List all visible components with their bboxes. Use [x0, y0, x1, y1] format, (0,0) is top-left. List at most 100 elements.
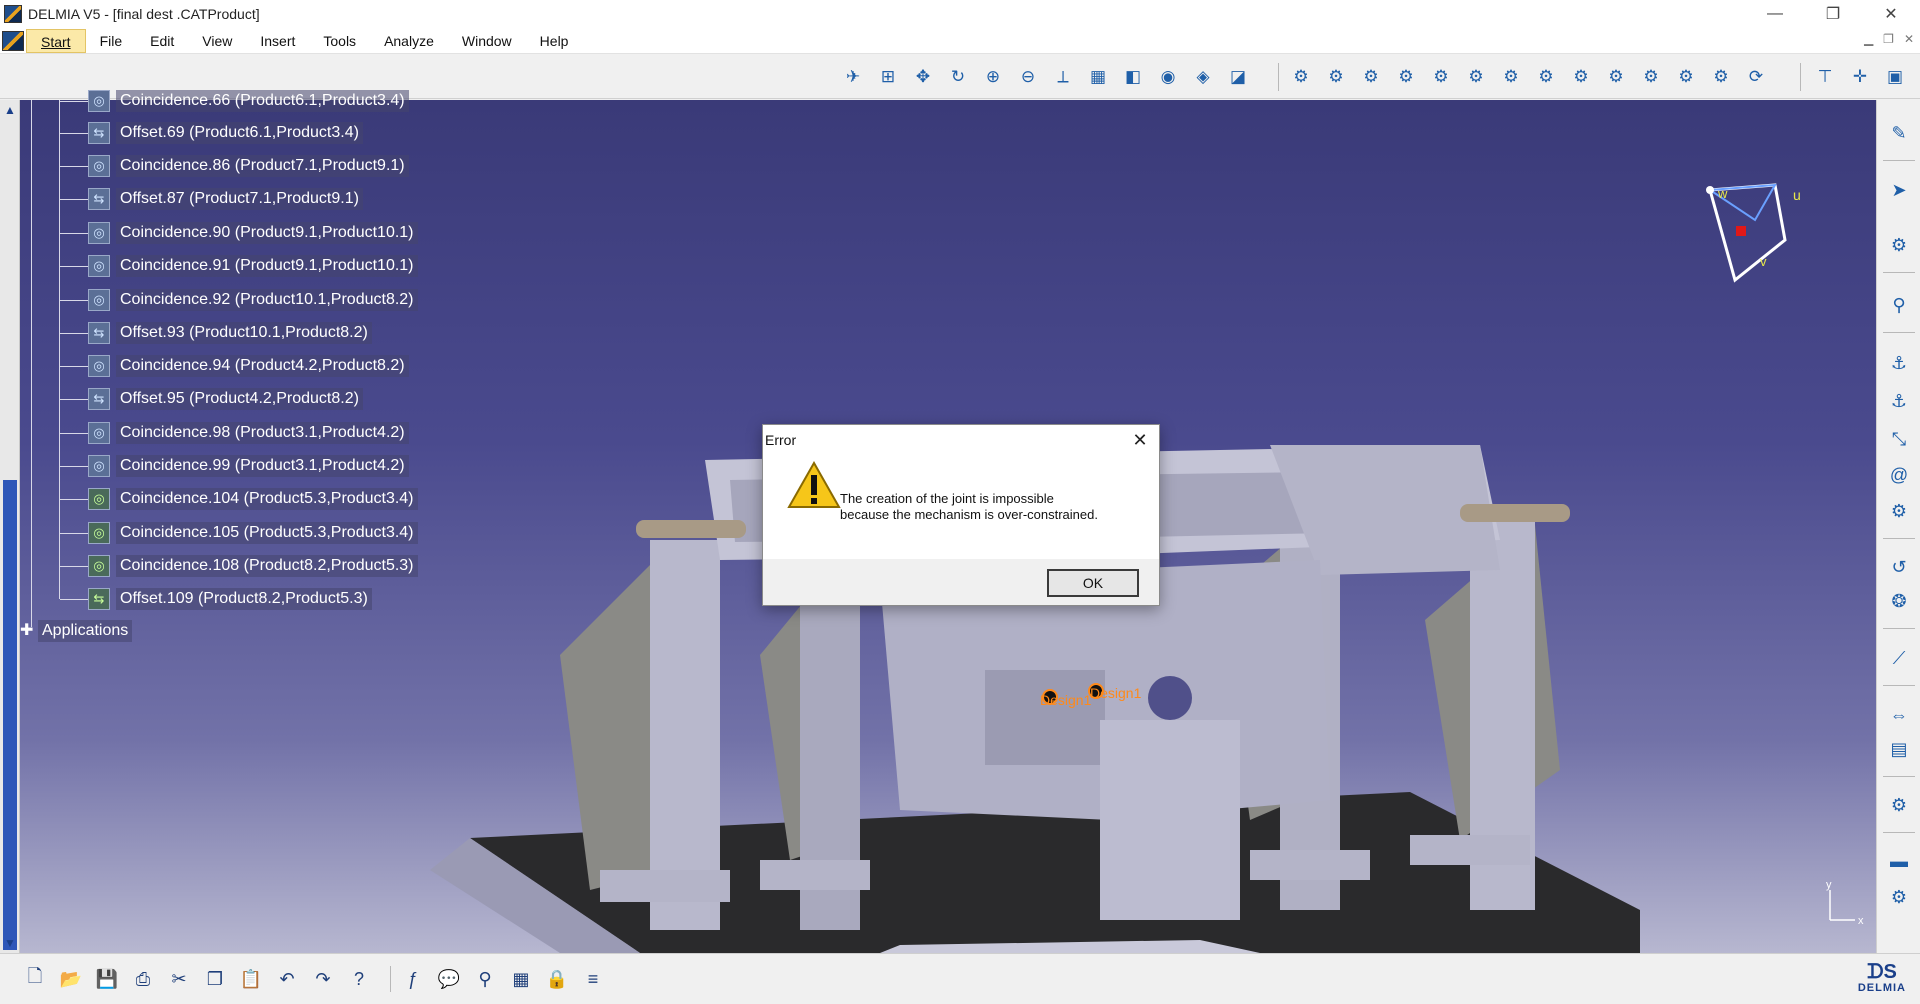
menu-help[interactable]: Help	[526, 29, 583, 53]
select-arrow-icon[interactable]: ➤	[1884, 175, 1914, 205]
cut-icon[interactable]: ✂	[164, 964, 194, 994]
spherical-joint-icon[interactable]: ⚙	[1496, 62, 1526, 92]
tree-item[interactable]: ◎ Coincidence.66 (Product6.1,Product3.4)	[60, 86, 409, 116]
menu-insert[interactable]: Insert	[246, 29, 309, 53]
screw-joint-icon[interactable]: ⚙	[1391, 62, 1421, 92]
formula-icon[interactable]: ƒ	[398, 964, 428, 994]
zoom-in-icon[interactable]: ⊕	[978, 62, 1008, 92]
tree-item[interactable]: ⇆ Offset.87 (Product7.1,Product9.1)	[60, 184, 363, 214]
shading-icon[interactable]: ◉	[1153, 62, 1183, 92]
assemble-constraint-icon[interactable]: ⚓	[1884, 386, 1914, 416]
sensor-icon[interactable]: ⚙	[1884, 496, 1914, 526]
restore-button[interactable]: ❐	[1804, 0, 1862, 28]
menu-tools[interactable]: Tools	[309, 29, 370, 53]
minimize-button[interactable]: —	[1746, 0, 1804, 28]
copy-icon[interactable]: ❐	[200, 964, 230, 994]
axis-system-icon[interactable]: ⤡	[1884, 424, 1914, 454]
tree-item[interactable]: ◎ Coincidence.99 (Product3.1,Product4.2)	[60, 451, 409, 481]
menu-file[interactable]: File	[86, 29, 137, 53]
normal-view-icon[interactable]: ⟂	[1048, 62, 1078, 92]
rack-joint-icon[interactable]: ⚙	[1566, 62, 1596, 92]
tree-scrollbar[interactable]: ▲ ▼	[0, 100, 20, 953]
pan-icon[interactable]: ✥	[908, 62, 938, 92]
comment-icon[interactable]: 💬	[434, 964, 464, 994]
revolute-joint-icon[interactable]: ⚙	[1286, 62, 1316, 92]
zoom-out-icon[interactable]: ⊖	[1013, 62, 1043, 92]
tree-item[interactable]: ◎ Coincidence.91 (Product9.1,Product10.1…	[60, 251, 418, 281]
doc-minimize-icon[interactable]: ▁	[1864, 32, 1873, 46]
fly-mode-icon[interactable]: ✈	[838, 62, 868, 92]
tree-item[interactable]: ◎ Coincidence.94 (Product4.2,Product8.2)	[60, 351, 409, 381]
mechanism-analysis-icon[interactable]: ⚲	[1884, 290, 1914, 320]
workbench-icon[interactable]: ✎	[1884, 118, 1914, 148]
print-icon[interactable]: ⎙	[128, 964, 158, 994]
new-file-icon[interactable]: 🗋	[20, 964, 50, 994]
tree-item[interactable]: ◎ Coincidence.86 (Product7.1,Product9.1)	[60, 151, 409, 181]
device-icon[interactable]: ⚙	[1884, 882, 1914, 912]
scroll-down-arrow[interactable]: ▼	[3, 936, 17, 950]
start-menu-icon[interactable]	[2, 30, 24, 51]
distance-icon[interactable]: ⇔	[1884, 700, 1914, 730]
ok-button[interactable]: OK	[1047, 569, 1139, 597]
delmia-app-icon[interactable]	[4, 5, 22, 23]
multi-view-icon[interactable]: ▦	[1083, 62, 1113, 92]
isometric-view-icon[interactable]: ◧	[1118, 62, 1148, 92]
undo-icon[interactable]: ↶	[272, 964, 302, 994]
scrollbar-thumb[interactable]	[3, 480, 17, 950]
compass-handle[interactable]	[1706, 186, 1714, 194]
close-window-button[interactable]: ✕	[1862, 0, 1920, 28]
planar-joint-icon[interactable]: ⚙	[1461, 62, 1491, 92]
clash-icon[interactable]: ⟋	[1884, 643, 1914, 673]
redo-icon[interactable]: ↷	[308, 964, 338, 994]
table-icon[interactable]: ▦	[506, 964, 536, 994]
cylindrical-joint-icon[interactable]: ⚙	[1356, 62, 1386, 92]
parameters-icon[interactable]: ≡	[578, 964, 608, 994]
roll-curve-joint-icon[interactable]: ⚙	[1706, 62, 1736, 92]
hide-show-icon[interactable]: ◈	[1188, 62, 1218, 92]
tree-item[interactable]: ⇆ Offset.95 (Product4.2,Product8.2)	[60, 384, 363, 414]
tree-expand-icon[interactable]: ⊤	[1810, 62, 1840, 92]
law-icon[interactable]: @	[1884, 460, 1914, 490]
swept-volume-icon[interactable]: ↺	[1884, 552, 1914, 582]
compass-tool-icon[interactable]: ✛	[1845, 62, 1875, 92]
simulation-icon[interactable]: ⚙	[1884, 230, 1914, 260]
expand-plus-icon[interactable]: ✚	[20, 623, 34, 639]
scroll-up-arrow[interactable]: ▲	[3, 103, 17, 117]
slide-curve-joint-icon[interactable]: ⚙	[1671, 62, 1701, 92]
tree-item[interactable]: ⇆ Offset.93 (Product10.1,Product8.2)	[60, 318, 372, 348]
menu-start[interactable]: Start	[26, 28, 86, 53]
measure-icon[interactable]: ▣	[1880, 62, 1910, 92]
section-icon[interactable]: ▤	[1884, 734, 1914, 764]
conveyor-icon[interactable]: ▬	[1884, 846, 1914, 876]
tree-item[interactable]: ⇆ Offset.69 (Product6.1,Product3.4)	[60, 118, 363, 148]
tree-item[interactable]: ◎ Coincidence.104 (Product5.3,Product3.4…	[60, 484, 418, 514]
update-mechanism-icon[interactable]: ⟳	[1741, 62, 1771, 92]
whats-this-help-icon[interactable]: ?	[344, 964, 374, 994]
menu-edit[interactable]: Edit	[136, 29, 188, 53]
point-curve-joint-icon[interactable]: ⚙	[1636, 62, 1666, 92]
doc-close-icon[interactable]: ✕	[1904, 32, 1914, 46]
tree-item[interactable]: ◎ Coincidence.108 (Product8.2,Product5.3…	[60, 551, 418, 581]
tree-item[interactable]: ◎ Coincidence.92 (Product10.1,Product8.2…	[60, 285, 418, 315]
lock-icon[interactable]: 🔒	[542, 964, 572, 994]
menu-window[interactable]: Window	[448, 29, 526, 53]
tree-item[interactable]: ◎ Coincidence.105 (Product5.3,Product3.4…	[60, 518, 418, 548]
prismatic-joint-icon[interactable]: ⚙	[1321, 62, 1351, 92]
compass-widget[interactable]: w u v	[1690, 180, 1830, 290]
fit-all-in-icon[interactable]: ⊞	[873, 62, 903, 92]
dialog-close-icon[interactable]: ✕	[1129, 429, 1151, 451]
trace-icon[interactable]: ❂	[1884, 586, 1914, 616]
swap-visible-space-icon[interactable]: ◪	[1223, 62, 1253, 92]
fixed-part-icon[interactable]: ⚓	[1884, 348, 1914, 378]
rigid-joint-icon[interactable]: ⚙	[1426, 62, 1456, 92]
robot-icon[interactable]: ⚙	[1884, 790, 1914, 820]
doc-restore-icon[interactable]: ❐	[1883, 32, 1894, 46]
paste-icon[interactable]: 📋	[236, 964, 266, 994]
save-icon[interactable]: 💾	[92, 964, 122, 994]
open-folder-icon[interactable]: 📂	[56, 964, 86, 994]
menu-analyze[interactable]: Analyze	[370, 29, 448, 53]
link-icon[interactable]: ⚲	[470, 964, 500, 994]
tree-item[interactable]: ⇆ Offset.109 (Product8.2,Product5.3)	[60, 584, 372, 614]
tree-item[interactable]: ◎ Coincidence.90 (Product9.1,Product10.1…	[60, 218, 418, 248]
tree-item[interactable]: ◎ Coincidence.98 (Product3.1,Product4.2)	[60, 418, 409, 448]
